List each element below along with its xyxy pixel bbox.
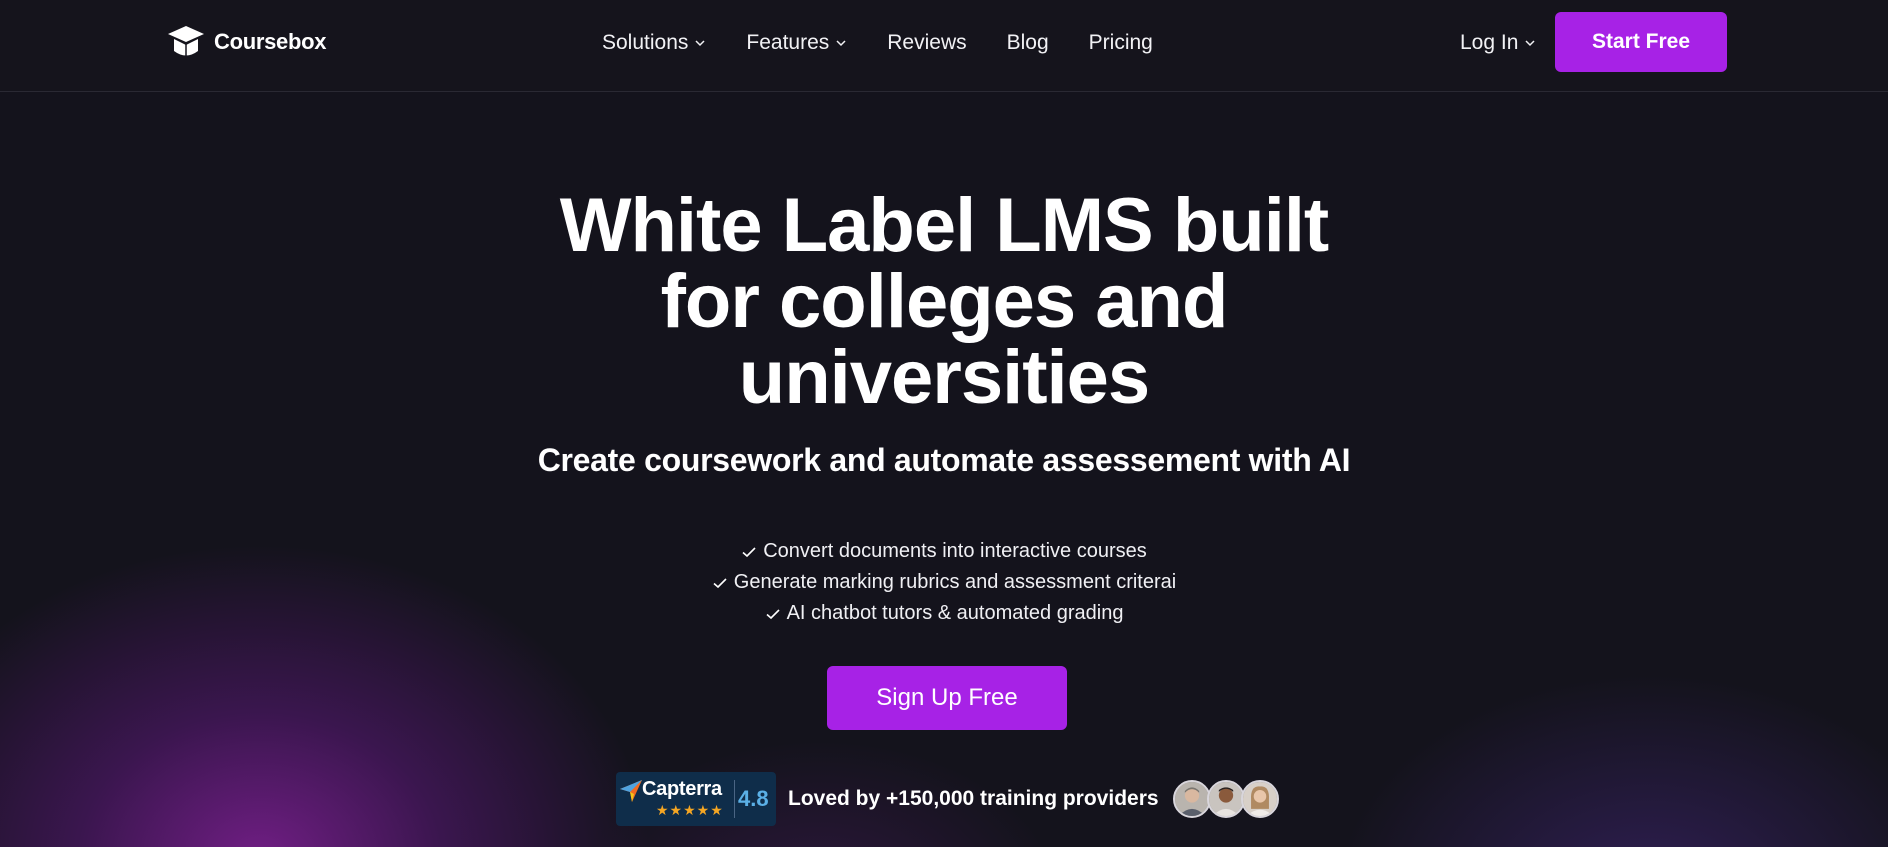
avatar [1206,780,1245,818]
capterra-badge[interactable]: Capterra ★★★★★ 4.8 [616,772,776,826]
feature-list: Convert documents into interactive cours… [594,536,1294,629]
hero-title: White Label LMS built for colleges and u… [444,188,1444,416]
nav-solutions-label: Solutions [602,31,689,54]
nav-blog-label: Blog [1006,31,1049,54]
chevron-down-icon [836,40,846,47]
start-free-button[interactable]: Start Free [1555,12,1727,72]
social-proof: Capterra ★★★★★ 4.8 Loved by +150,000 tra… [616,772,1279,826]
hero-subtitle: Create coursework and automate assesseme… [537,442,1351,478]
feature-text: AI chatbot tutors & automated grading [786,602,1124,624]
nav-pricing-label: Pricing [1088,31,1153,54]
hero-title-line1: White Label LMS built [559,183,1330,268]
feature-text: Convert documents into interactive cours… [763,540,1147,562]
check-icon [713,577,727,588]
logo[interactable]: Coursebox [166,24,327,60]
capterra-logo-icon [620,780,642,802]
nav-blog[interactable]: Blog [1007,31,1049,55]
login-label: Log In [1460,31,1519,54]
capterra-divider [734,780,735,818]
feature-item: Generate marking rubrics and assessment … [594,567,1294,598]
nav-reviews[interactable]: Reviews [887,31,966,55]
chevron-down-icon [695,40,705,47]
avatar [1172,780,1211,818]
logo-icon [168,26,204,57]
capterra-stars: ★★★★★ [656,802,724,818]
avatar-group [1172,780,1279,818]
main-nav: Solutions Features Reviews Blog Pricing [602,26,1153,60]
loved-by-text: Loved by +150,000 training providers [788,787,1159,810]
page: Coursebox Solutions Features Reviews Blo… [0,0,1888,847]
top-navbar: Coursebox Solutions Features Reviews Blo… [0,0,1888,92]
feature-item: Convert documents into interactive cours… [594,536,1294,567]
nav-reviews-label: Reviews [887,31,967,54]
nav-pricing[interactable]: Pricing [1089,31,1153,55]
chevron-down-icon [1525,40,1535,47]
check-icon [766,608,780,619]
nav-features-label: Features [746,31,830,54]
capterra-name: Capterra [642,778,722,800]
sign-up-free-button[interactable]: Sign Up Free [827,666,1067,730]
hero-title-line2: for colleges and [660,259,1229,344]
nav-features[interactable]: Features [746,31,847,55]
avatar [1240,780,1279,818]
logo-text: Coursebox [214,29,327,54]
feature-text: Generate marking rubrics and assessment … [733,571,1177,593]
feature-item: AI chatbot tutors & automated grading [594,598,1294,629]
hero-title-line3: universities [738,335,1150,420]
capterra-score: 4.8 [738,786,769,811]
login-dropdown[interactable]: Log In [1460,26,1536,60]
check-icon [742,546,756,557]
nav-solutions[interactable]: Solutions [602,31,706,55]
